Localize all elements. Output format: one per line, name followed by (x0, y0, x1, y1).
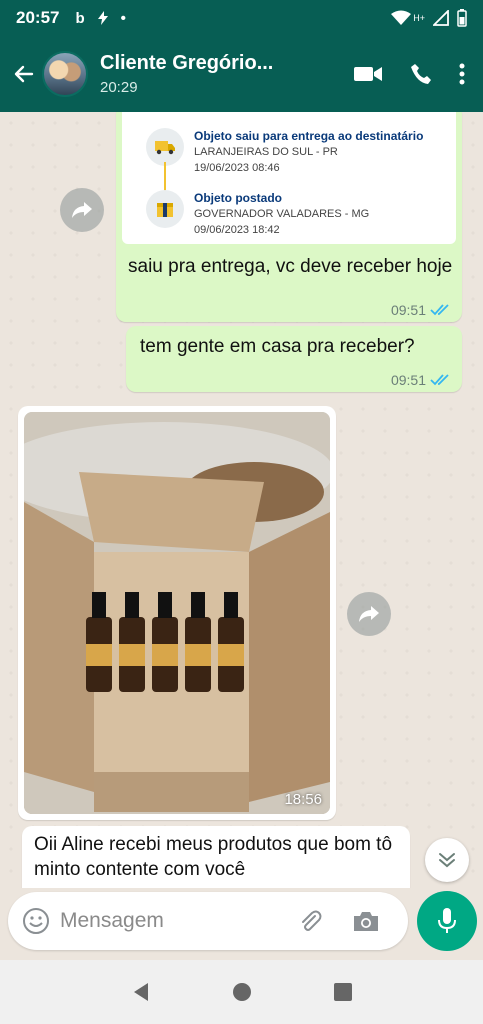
photo-time: 18:56 (284, 791, 322, 808)
back-arrow-icon[interactable] (6, 54, 42, 94)
read-ticks-icon (430, 374, 449, 386)
last-seen: 20:29 (100, 79, 138, 96)
header-actions (353, 62, 465, 86)
scroll-to-bottom-button[interactable] (425, 838, 469, 882)
status-time: 20:57 (16, 8, 60, 27)
signal-icon (433, 10, 449, 26)
video-call-icon[interactable] (353, 64, 383, 84)
message-bubble-out[interactable]: tem gente em casa pra receber? 09:51 (126, 326, 462, 392)
read-ticks-icon (430, 304, 449, 316)
message-meta: 09:51 (391, 302, 452, 318)
forward-icon (359, 606, 379, 622)
nav-recents-icon[interactable] (332, 981, 354, 1003)
tracking-item2-location: GOVERNADOR VALADARES - MG (194, 208, 370, 220)
chat-header: Cliente Gregório... 20:29 (0, 36, 483, 112)
message-text: saiu pra entrega, vc deve receber hoje (128, 256, 453, 277)
notification-dot: • (120, 9, 126, 27)
camera-icon[interactable] (352, 909, 380, 933)
nav-back-icon[interactable] (130, 981, 152, 1003)
wifi-icon (391, 10, 412, 25)
message-text: tem gente em casa pra receber? (140, 336, 415, 357)
product-box-image (24, 412, 330, 814)
b-app-icon: b (75, 9, 85, 27)
nav-home-icon[interactable] (231, 981, 253, 1003)
chat-area[interactable]: Objeto saiu para entrega ao destinatário… (0, 112, 483, 888)
message-input-pill (8, 892, 408, 950)
message-bubble-photo[interactable]: 18:56 (18, 406, 336, 820)
contact-info[interactable]: Cliente Gregório... 20:29 (100, 52, 353, 96)
tracking-item2-title: Objeto postado (194, 191, 282, 205)
microphone-icon (438, 908, 456, 933)
double-chevron-down-icon (439, 853, 455, 868)
tracking-item1-location: LARANJEIRAS DO SUL - PR (194, 146, 338, 158)
message-meta: 09:51 (391, 372, 452, 388)
status-bar: 20:57 b • H+ (0, 0, 483, 36)
contact-name: Cliente Gregório... (100, 52, 274, 74)
battery-icon (457, 9, 467, 27)
status-right-icons: H+ (391, 9, 467, 27)
tracking-card[interactable]: Objeto saiu para entrega ao destinatário… (122, 112, 456, 244)
contact-avatar[interactable] (42, 51, 88, 97)
tracking-item-posted: Objeto postado GOVERNADOR VALADARES - MG… (122, 180, 456, 240)
tracking-item1-title: Objeto saiu para entrega ao destinatário (194, 129, 424, 143)
attach-icon[interactable] (296, 907, 324, 935)
package-icon (146, 190, 184, 228)
message-time: 09:51 (390, 372, 426, 388)
tracking-item2-datetime: 09/06/2023 18:42 (194, 224, 280, 236)
truck-icon (146, 128, 184, 166)
status-left-icons: b • (75, 10, 125, 27)
emoji-icon[interactable] (22, 907, 50, 935)
tracking-item1-datetime: 19/06/2023 08:46 (194, 162, 280, 174)
bolt-app-icon (97, 11, 108, 25)
network-type: H+ (413, 13, 425, 23)
phone-call-icon[interactable] (409, 62, 433, 86)
message-composer (0, 888, 483, 960)
more-options-icon[interactable] (459, 62, 465, 86)
forward-icon (72, 202, 92, 218)
mic-button[interactable] (417, 891, 477, 951)
photo-message[interactable]: 18:56 (24, 412, 330, 814)
forward-button[interactable] (60, 188, 104, 232)
forward-button[interactable] (347, 592, 391, 636)
message-input[interactable] (60, 909, 280, 933)
message-text: Oii Aline recebi meus produtos que bom t… (34, 834, 393, 880)
message-bubble-tracking[interactable]: Objeto saiu para entrega ao destinatário… (116, 112, 462, 322)
message-bubble-in[interactable]: Oii Aline recebi meus produtos que bom t… (22, 826, 410, 888)
tracking-item-delivery: Objeto saiu para entrega ao destinatário… (122, 118, 456, 202)
message-time: 09:51 (390, 302, 426, 318)
system-nav-bar (0, 960, 483, 1024)
